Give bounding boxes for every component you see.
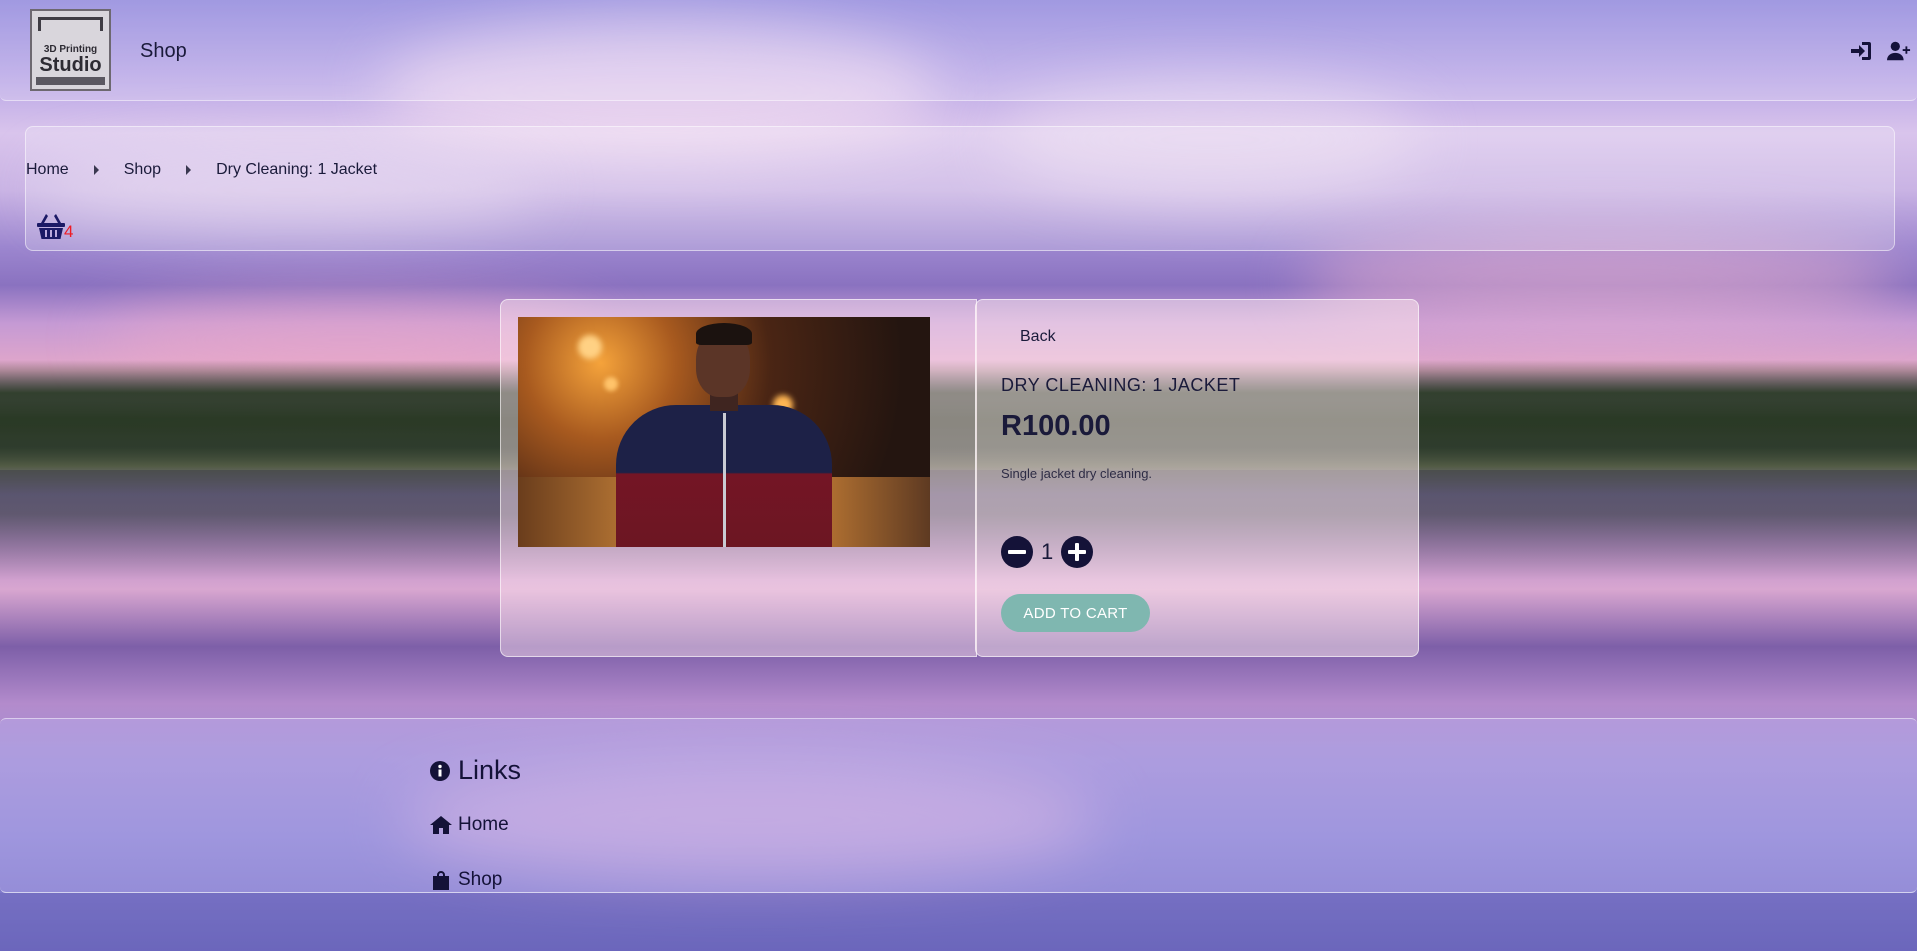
- breadcrumb-panel: Home Shop Dry Cleaning: 1 Jacket 4: [25, 126, 1895, 251]
- product-image: [518, 317, 930, 547]
- footer: Links Home Shop: [0, 718, 1917, 893]
- product-description: Single jacket dry cleaning.: [1001, 466, 1153, 481]
- info-circle-icon: [430, 760, 450, 781]
- product-price: R100.00: [1001, 410, 1111, 442]
- quantity-value: 1: [1041, 539, 1054, 564]
- product-title: DRY CLEANING: 1 JACKET: [1001, 375, 1241, 395]
- add-to-cart-button[interactable]: ADD TO CART: [1001, 594, 1150, 632]
- home-icon: [430, 816, 452, 834]
- user-plus-icon[interactable]: [1887, 40, 1911, 67]
- top-navbar: 3D Printing Studio Shop: [0, 0, 1917, 101]
- breadcrumb: Home Shop Dry Cleaning: 1 Jacket: [26, 161, 377, 179]
- basket-count-badge: 4: [64, 222, 74, 241]
- footer-link-shop-label: Shop: [458, 869, 503, 890]
- breadcrumb-home[interactable]: Home: [26, 161, 69, 179]
- logo-text-line1: 3D Printing: [43, 43, 98, 55]
- footer-heading-text: Links: [458, 755, 522, 785]
- product-image-card: [500, 299, 977, 657]
- footer-heading: Links: [430, 755, 521, 786]
- breadcrumb-separator-icon: [93, 165, 99, 175]
- breadcrumb-separator-icon: [186, 165, 192, 175]
- basket-icon: [37, 214, 65, 239]
- plus-circle-icon[interactable]: [1061, 536, 1094, 568]
- breadcrumb-shop[interactable]: Shop: [124, 161, 161, 179]
- basket-button[interactable]: 4: [36, 212, 73, 240]
- shopping-bag-icon: [433, 871, 449, 890]
- nav-shop-link[interactable]: Shop: [140, 40, 187, 63]
- product-info-card: Back DRY CLEANING: 1 JACKET R100.00 Sing…: [975, 299, 1419, 657]
- bottom-strip: [0, 893, 1917, 951]
- minus-circle-icon[interactable]: [1001, 536, 1033, 568]
- sign-in-icon[interactable]: [1849, 40, 1873, 67]
- back-link[interactable]: Back: [1020, 328, 1056, 346]
- footer-link-home-label: Home: [458, 814, 509, 835]
- footer-link-shop[interactable]: Shop: [430, 869, 502, 891]
- footer-link-home[interactable]: Home: [430, 814, 509, 836]
- studio-logo[interactable]: 3D Printing Studio: [30, 9, 111, 91]
- logo-text-line2: Studio: [39, 53, 102, 76]
- quantity-stepper: 1: [1001, 536, 1094, 568]
- breadcrumb-current: Dry Cleaning: 1 Jacket: [216, 161, 378, 178]
